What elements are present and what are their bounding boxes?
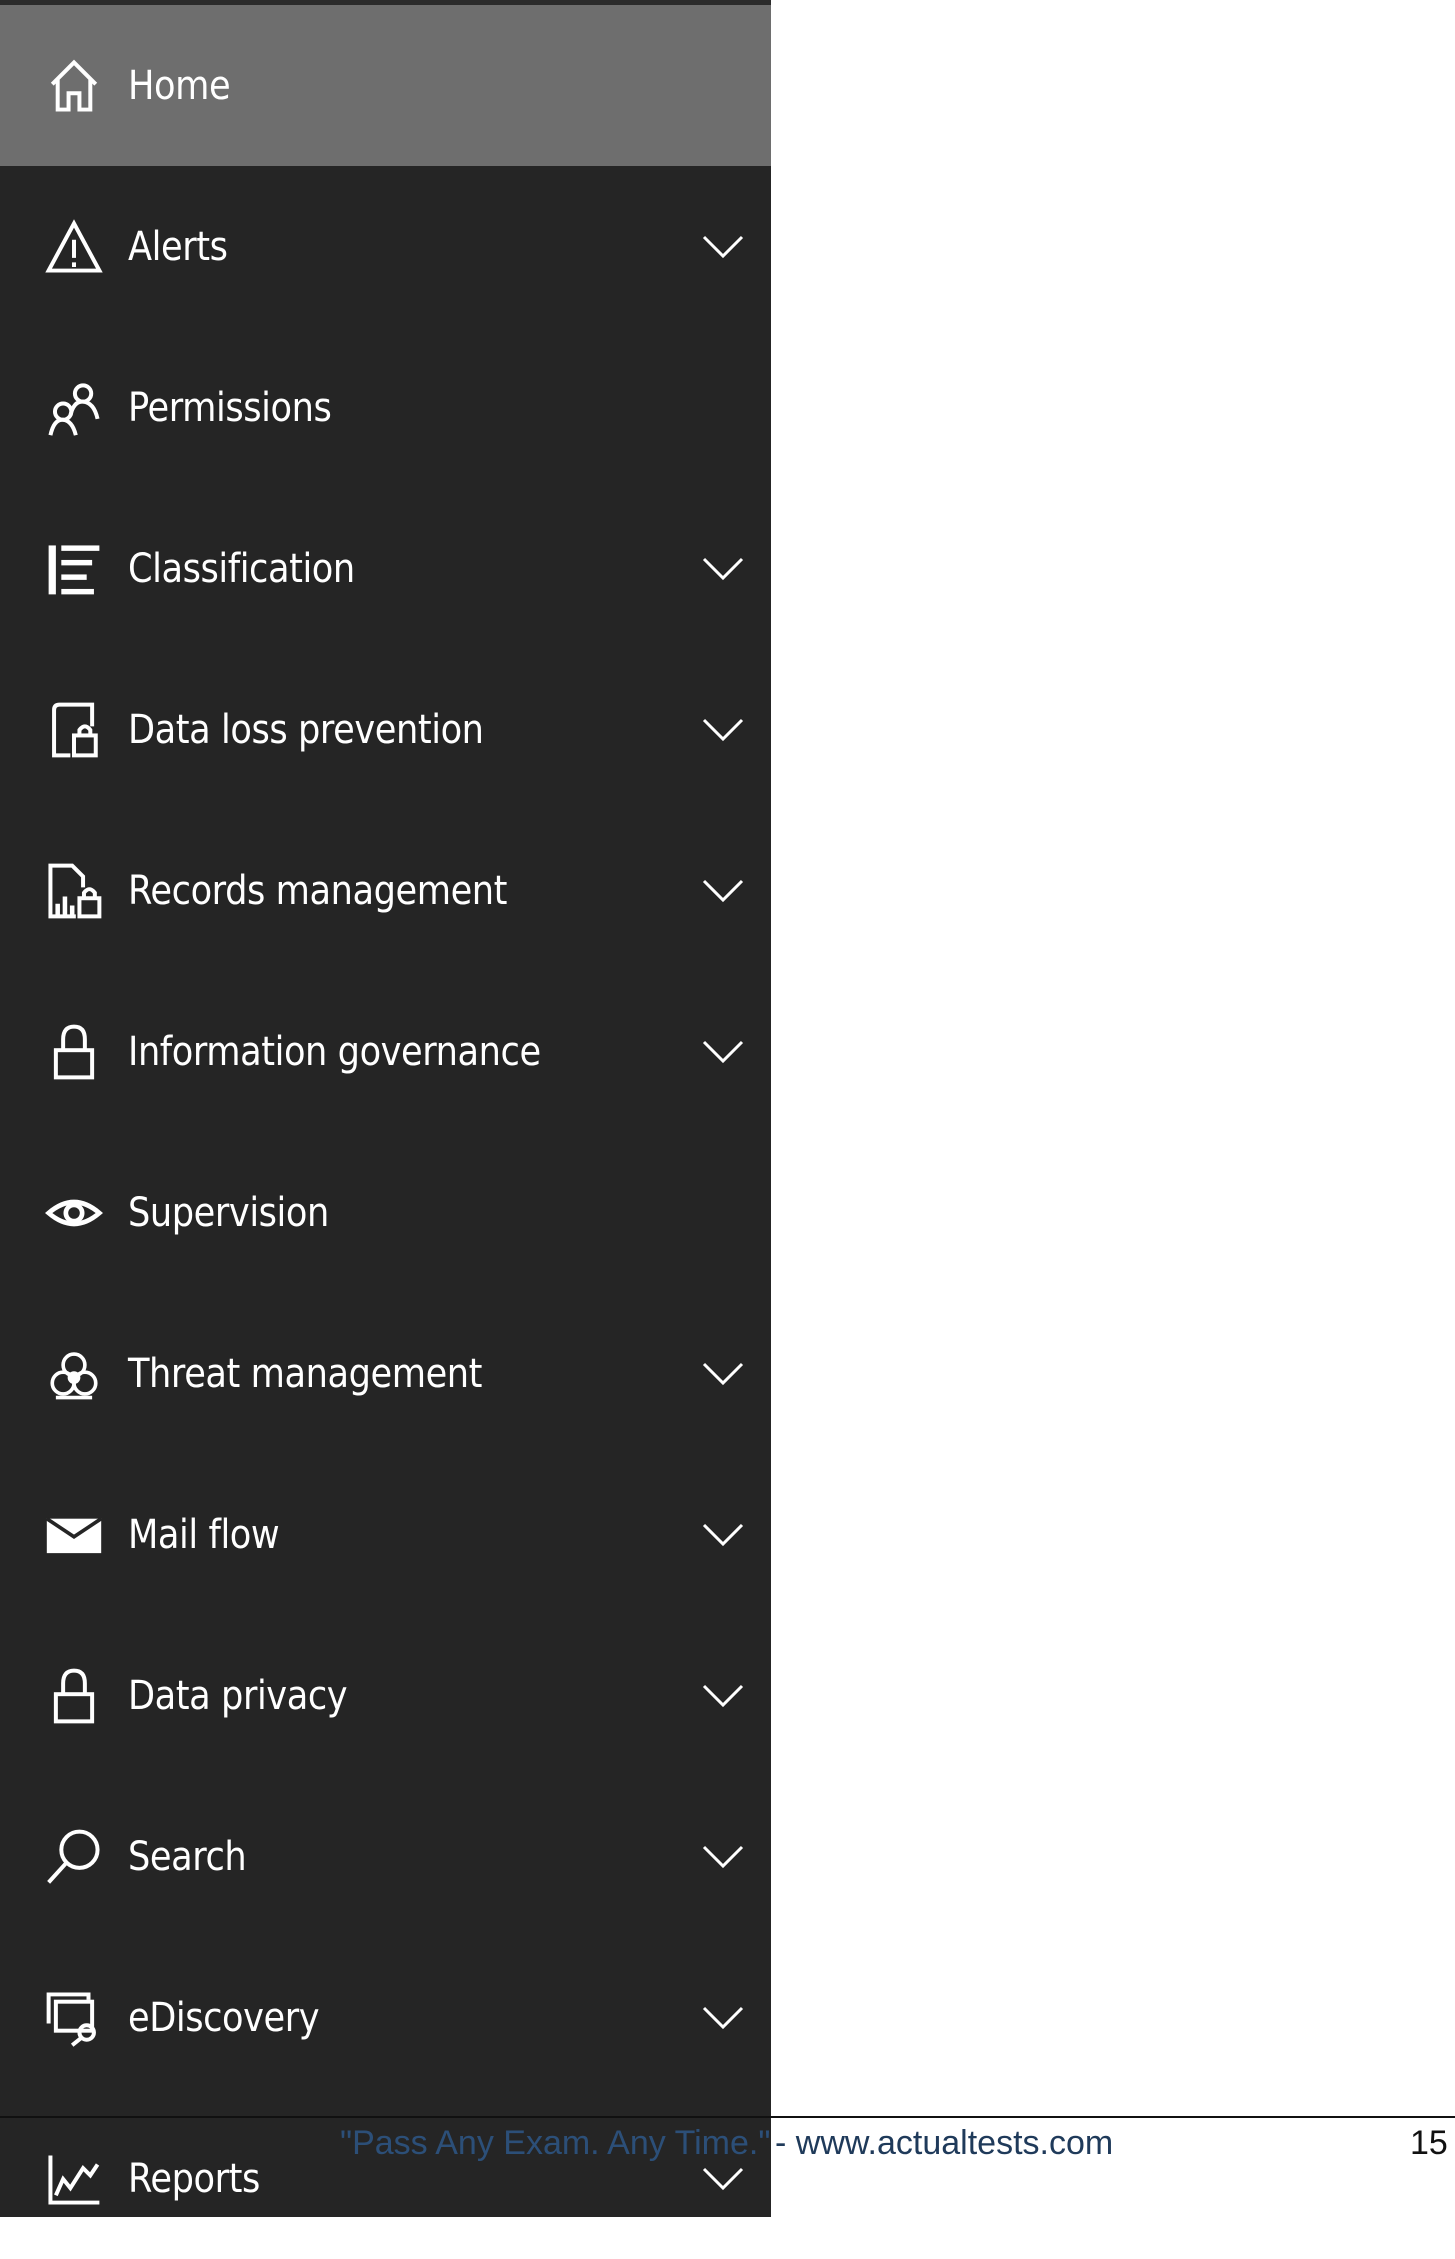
footer-divider — [0, 2116, 1455, 2118]
list-icon — [44, 539, 104, 599]
sidebar-item-label: Permissions — [128, 384, 332, 431]
records-lock-icon — [44, 861, 104, 921]
mail-icon — [44, 1505, 104, 1565]
sidebar-item-data-privacy[interactable]: Data privacy — [0, 1615, 771, 1776]
sidebar-item-data-loss-prevention[interactable]: Data loss prevention — [0, 649, 771, 810]
navigation-sidebar: Home Alerts Permissions Classification D… — [0, 0, 771, 2217]
lock-icon — [44, 1666, 104, 1726]
page-number: 15 — [1410, 2124, 1448, 2162]
sidebar-item-label: Home — [128, 62, 231, 109]
sidebar-item-label: Search — [128, 1833, 247, 1880]
sidebar-item-label: Alerts — [128, 223, 228, 270]
sidebar-item-information-governance[interactable]: Information governance — [0, 971, 771, 1132]
chevron-down-icon[interactable] — [700, 1351, 746, 1397]
chevron-down-icon[interactable] — [700, 868, 746, 914]
sidebar-item-label: Supervision — [128, 1189, 329, 1236]
search-icon — [44, 1827, 104, 1887]
lock-icon — [44, 1022, 104, 1082]
sidebar-item-reports[interactable]: Reports — [0, 2098, 771, 2259]
chevron-down-icon[interactable] — [700, 1995, 746, 2041]
sidebar-item-label: Data privacy — [128, 1672, 348, 1719]
chart-line-icon — [44, 2149, 104, 2209]
sidebar-item-mail-flow[interactable]: Mail flow — [0, 1454, 771, 1615]
sidebar-item-label: Reports — [128, 2155, 260, 2202]
sidebar-item-threat-management[interactable]: Threat management — [0, 1293, 771, 1454]
sidebar-item-label: Records management — [128, 867, 508, 914]
people-icon — [44, 378, 104, 438]
chevron-down-icon[interactable] — [700, 1029, 746, 1075]
chevron-down-icon[interactable] — [700, 1673, 746, 1719]
footer-site-link[interactable]: - www.actualtests.com — [775, 2124, 1113, 2163]
ediscovery-icon — [44, 1988, 104, 2048]
sidebar-item-permissions[interactable]: Permissions — [0, 327, 771, 488]
sidebar-item-supervision[interactable]: Supervision — [0, 1132, 771, 1293]
sidebar-item-records-management[interactable]: Records management — [0, 810, 771, 971]
sidebar-item-search[interactable]: Search — [0, 1776, 771, 1937]
biohazard-icon — [44, 1344, 104, 1404]
chevron-down-icon[interactable] — [700, 1834, 746, 1880]
warning-icon — [44, 217, 104, 277]
chevron-down-icon[interactable] — [700, 1512, 746, 1558]
sidebar-item-home[interactable]: Home — [0, 5, 771, 166]
sidebar-item-label: eDiscovery — [128, 1994, 320, 2041]
footer-quote: "Pass Any Exam. Any Time." — [340, 2124, 771, 2162]
home-icon — [44, 56, 104, 116]
sidebar-item-label: Mail flow — [128, 1511, 280, 1558]
chevron-down-icon[interactable] — [700, 707, 746, 753]
chevron-down-icon[interactable] — [700, 224, 746, 270]
sidebar-item-label: Information governance — [128, 1028, 541, 1075]
document-lock-icon — [44, 700, 104, 760]
sidebar-item-label: Classification — [128, 545, 355, 592]
sidebar-item-classification[interactable]: Classification — [0, 488, 771, 649]
sidebar-item-label: Data loss prevention — [128, 706, 484, 753]
sidebar-item-ediscovery[interactable]: eDiscovery — [0, 1937, 771, 2098]
sidebar-item-label: Threat management — [128, 1350, 483, 1397]
chevron-down-icon[interactable] — [700, 546, 746, 592]
sidebar-item-alerts[interactable]: Alerts — [0, 166, 771, 327]
eye-icon — [44, 1183, 104, 1243]
